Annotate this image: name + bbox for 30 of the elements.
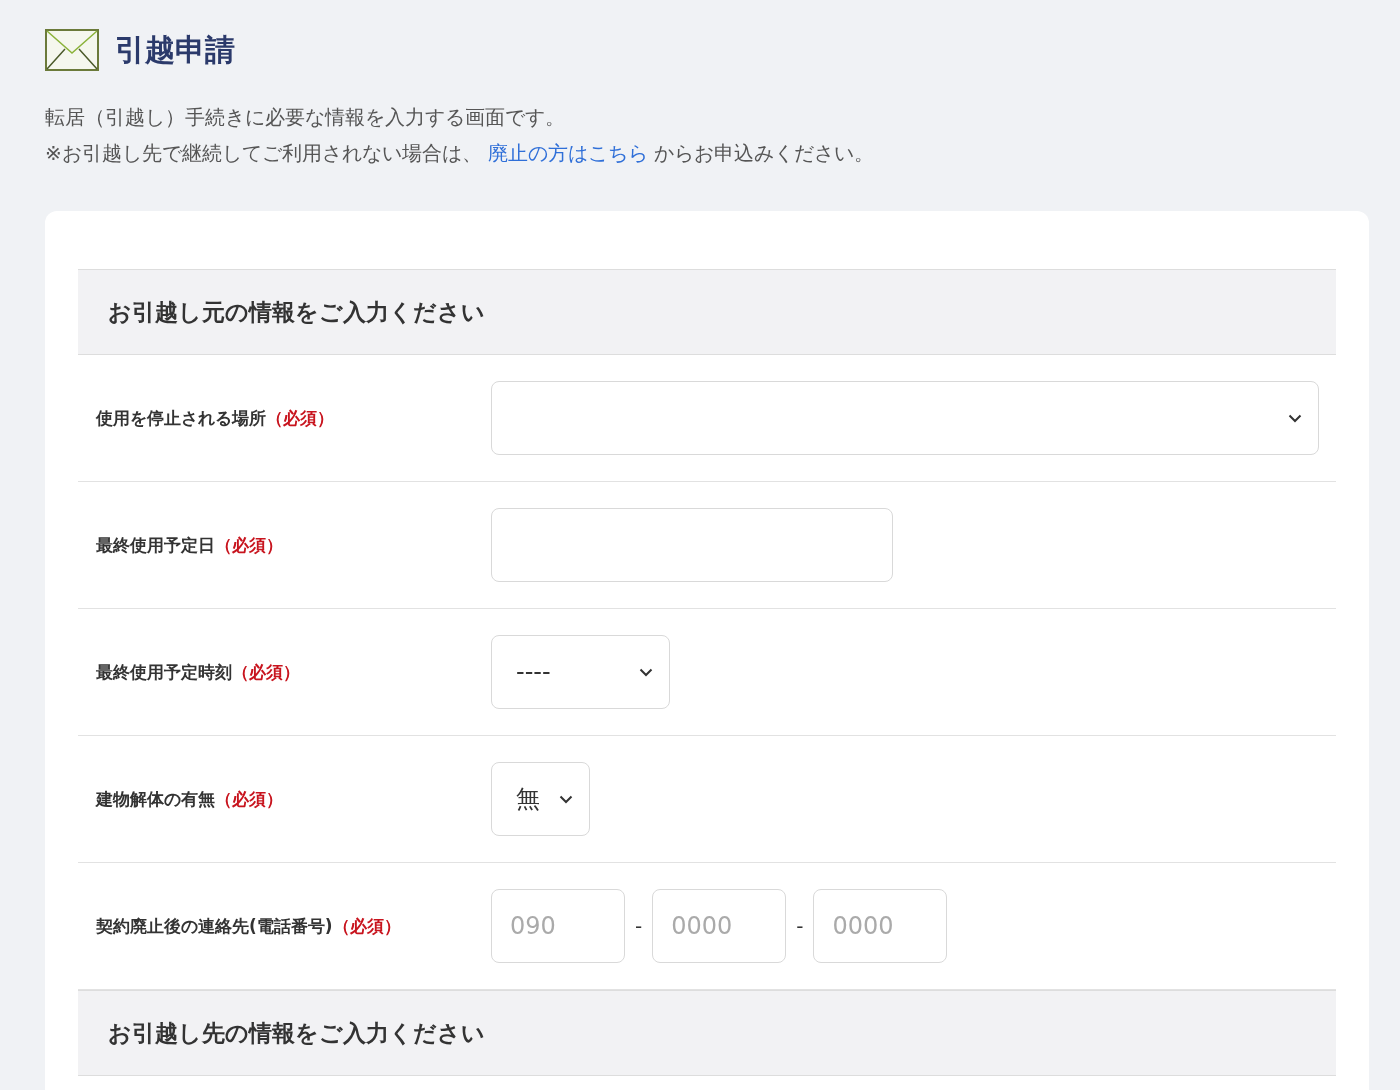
separator-text: - [635, 914, 643, 938]
section-header: お引越し元の情報をご入力ください [78, 269, 1336, 355]
phone-field[interactable]: 090 [491, 889, 625, 963]
separator-text: - [796, 914, 804, 938]
field-label: 最終使用予定日 [96, 534, 215, 555]
chevron-down-icon [1288, 413, 1302, 423]
date-field[interactable] [491, 508, 893, 582]
page-title: 引越申請 [115, 30, 235, 69]
field-label: 使用を停止される場所 [96, 407, 266, 428]
required-label: （必須） [332, 915, 401, 936]
envelope-icon [45, 29, 99, 71]
phone-field[interactable]: 0000 [652, 889, 787, 963]
chevron-down-icon [559, 794, 573, 804]
note-text: ※お引越し先で継続してご利用されない場合は、 [45, 141, 482, 165]
select-field[interactable]: ---- [491, 635, 670, 709]
note-text: からお申込みください。 [654, 141, 875, 165]
field-label: 建物解体の有無 [96, 788, 215, 809]
select-field[interactable]: 無 [491, 762, 590, 836]
required-label: （必須） [266, 407, 334, 428]
cancel-link[interactable]: 廃止の方はこちら [488, 141, 649, 165]
description-text: 転居（引越し）手続きに必要な情報を入力する画面です。 [45, 104, 566, 131]
field-label: 契約廃止後の連絡先(電話番号) [96, 915, 333, 936]
section-header: お引越し先の情報をご入力ください [78, 990, 1336, 1076]
required-label: （必須） [232, 661, 300, 682]
required-label: （必須） [215, 534, 283, 555]
chevron-down-icon [639, 667, 653, 677]
phone-field[interactable]: 0000 [813, 889, 948, 963]
field-label: 最終使用予定時刻 [96, 661, 232, 682]
select-field[interactable] [491, 381, 1319, 455]
required-label: （必須） [215, 788, 283, 809]
